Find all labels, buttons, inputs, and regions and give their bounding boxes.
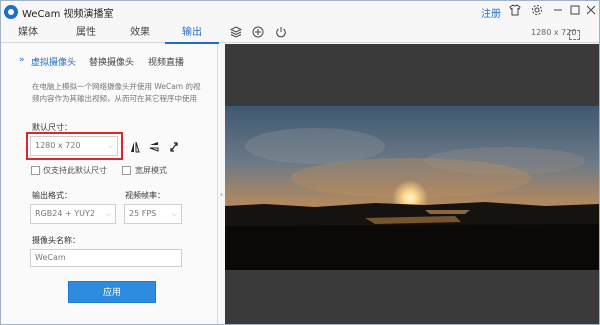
widescreen-label: 宽屏模式 [135,166,167,175]
camera-name-input[interactable]: WeCam [30,249,182,267]
output-panel: » 虚拟摄像头 替换摄像头 视频直播 在电脑上模拟一个网络摄像头并使用 WeCa… [1,44,218,324]
preview-frame [225,106,599,270]
only-default-size-label: 仅支持此默认尺寸 [43,166,107,175]
chevron-down-icon: ⌵ [107,142,113,150]
app-logo-icon [4,5,18,19]
video-preview [225,44,599,324]
output-format-label: 输出格式： [32,191,72,200]
minimize-icon[interactable] [551,4,565,18]
main-tabs: 媒体 属性 效果 输出 [1,23,599,44]
power-icon[interactable] [274,26,288,40]
subtab-replace-camera[interactable]: 替换摄像头 [89,55,134,68]
double-chevron-icon: » [19,55,25,65]
maximize-icon[interactable] [568,4,582,18]
flip-vertical-icon[interactable] [149,141,159,153]
output-format-value: RGB24 + YUY2 [35,209,95,218]
default-size-select[interactable]: 1280 x 720 ⌵ [30,136,118,156]
tab-effects[interactable]: 效果 [113,23,167,43]
expand-arrows-icon[interactable] [169,141,179,153]
app-window: WeCam 视频演播室 注册 媒体 属性 效果 输出 1280 x 720 » … [0,0,600,325]
widescreen-checkbox[interactable] [122,166,131,175]
chevron-down-icon: ⌵ [171,210,177,218]
chevron-down-icon: ⌵ [105,210,111,218]
subtab-virtual-camera[interactable]: 虚拟摄像头 [31,55,76,68]
apply-button[interactable]: 应用 [68,281,156,303]
collapse-panel-handle[interactable]: ‹ [218,187,225,203]
title-bar: WeCam 视频演播室 注册 [1,1,599,23]
frame-rate-label: 视频帧率： [125,191,165,200]
close-icon[interactable] [584,4,598,18]
default-size-value: 1280 x 720 [35,141,81,150]
tab-properties[interactable]: 属性 [59,23,113,43]
frame-rate-select[interactable]: 25 FPS ⌵ [124,204,182,224]
tab-output[interactable]: 输出 [165,23,219,44]
app-title: WeCam 视频演播室 [22,9,114,20]
layers-icon[interactable] [229,26,243,40]
shirt-icon[interactable] [508,4,522,18]
settings-icon[interactable] [530,4,544,18]
camera-name-label: 摄像头名称： [32,236,80,245]
only-default-size-checkbox[interactable] [31,166,40,175]
frame-rate-value: 25 FPS [129,209,157,218]
virtual-camera-description: 在电脑上模拟一个网络摄像头并使用 WeCam 的视频内容作为其输出视频，从而可在… [32,82,201,103]
output-format-select[interactable]: RGB24 + YUY2 ⌵ [30,204,116,224]
tab-media[interactable]: 媒体 [1,23,55,43]
fullscreen-icon[interactable] [569,30,580,40]
output-subtabs: » 虚拟摄像头 替换摄像头 视频直播 [1,53,218,71]
flip-horizontal-icon[interactable] [130,141,140,153]
add-circle-icon[interactable] [251,26,265,40]
subtab-live-stream[interactable]: 视频直播 [148,55,184,68]
register-link[interactable]: 注册 [481,5,501,20]
